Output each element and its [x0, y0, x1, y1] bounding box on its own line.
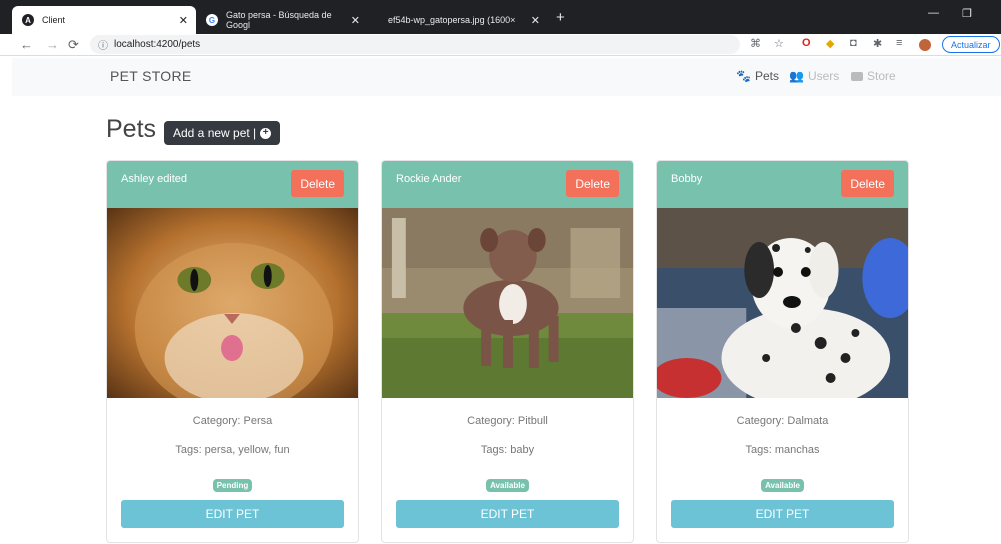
pet-tags: Tags: baby: [480, 444, 535, 456]
opera-icon[interactable]: O: [802, 37, 811, 49]
page-title: Pets: [106, 115, 157, 143]
add-pet-button[interactable]: Add a new pet | +: [164, 121, 281, 145]
pet-image-dalmatian-puppy: [657, 208, 908, 398]
nav-link-users[interactable]: 👥 Users: [789, 69, 839, 83]
address-toolbar: ← → ⟳ ⓘ localhost:4200/pets ⌘ ☆ O ◆ ◘ ✱ …: [0, 34, 1001, 56]
nav-link-store[interactable]: Store: [851, 69, 896, 83]
browser-tab-client[interactable]: A Client ✕: [12, 6, 196, 34]
store-icon: [851, 71, 863, 81]
url-text: localhost:4200/pets: [114, 39, 201, 50]
edit-pet-button[interactable]: EDIT PET: [671, 500, 894, 528]
delete-label: Delete: [850, 176, 885, 191]
tab-title: ef54b-wp_gatopersa.jpg (1600×: [388, 15, 516, 25]
new-tab-icon[interactable]: +: [556, 9, 565, 26]
pet-card: Bobby Delete Category: Dalmata Tags: man…: [656, 160, 909, 543]
edit-pet-button[interactable]: EDIT PET: [121, 500, 344, 528]
status-badge: Available: [761, 479, 804, 492]
pet-card: Rockie Ander Delete Category: Pitbull Ta…: [381, 160, 634, 543]
card-header: Bobby Delete: [657, 161, 908, 208]
nav-link-label: Store: [867, 69, 896, 83]
pet-name: Bobby: [671, 173, 703, 185]
close-icon[interactable]: ✕: [531, 14, 540, 27]
users-icon: 👥: [789, 69, 804, 83]
reload-icon[interactable]: ⟳: [68, 37, 79, 53]
status-badge: Pending: [212, 479, 253, 492]
edit-label: EDIT PET: [480, 507, 535, 521]
update-button[interactable]: Actualizar: [942, 36, 1000, 53]
pet-name: Ashley edited: [121, 173, 188, 185]
card-header: Ashley edited Delete: [107, 161, 358, 208]
browser-tab-image[interactable]: ef54b-wp_gatopersa.jpg (1600× ✕: [378, 6, 548, 34]
card-body: Category: Pitbull Tags: baby Available E…: [382, 398, 633, 542]
nav-link-label: Users: [807, 69, 840, 83]
pet-name: Rockie Ander: [396, 173, 462, 185]
tab-title: Gato persa - Búsqueda de Googl: [226, 10, 332, 30]
nav-link-label: Pets: [754, 69, 779, 83]
nav-link-pets[interactable]: 🐾 Pets: [736, 69, 779, 83]
reading-list-icon[interactable]: ≡: [896, 37, 902, 49]
edit-pet-button[interactable]: EDIT PET: [396, 500, 619, 528]
url-bar[interactable]: ⓘ localhost:4200/pets: [90, 35, 740, 54]
translate-icon[interactable]: ⌘: [750, 37, 761, 50]
puzzle-icon[interactable]: ✱: [873, 37, 882, 50]
pet-tags: Tags: manchas: [745, 444, 820, 456]
plus-circle-icon: +: [260, 127, 272, 139]
card-body: Category: Dalmata Tags: manchas Availabl…: [657, 398, 908, 542]
avatar[interactable]: [919, 39, 931, 51]
extension-icon[interactable]: ◆: [826, 37, 834, 50]
close-icon[interactable]: ✕: [351, 14, 360, 27]
delete-label: Delete: [575, 176, 610, 191]
card-header: Rockie Ander Delete: [382, 161, 633, 208]
pet-image-persian-cat: [107, 208, 358, 398]
delete-button[interactable]: Delete: [566, 170, 619, 197]
edit-label: EDIT PET: [205, 507, 260, 521]
minimize-icon[interactable]: —: [928, 7, 939, 19]
pet-category: Category: Persa: [192, 415, 273, 427]
delete-label: Delete: [300, 176, 335, 191]
delete-button[interactable]: Delete: [841, 170, 894, 197]
pet-category: Category: Dalmata: [736, 415, 829, 427]
close-icon[interactable]: ✕: [179, 14, 188, 27]
restore-icon[interactable]: ❐: [962, 7, 972, 20]
pet-tags: Tags: persa, yellow, fun: [175, 444, 290, 456]
back-icon[interactable]: ←: [20, 37, 33, 52]
edit-label: EDIT PET: [755, 507, 810, 521]
tab-title: Client: [42, 15, 66, 25]
add-pet-label: Add a new pet |: [173, 126, 257, 140]
status-badge: Available: [486, 479, 529, 492]
delete-button[interactable]: Delete: [291, 170, 344, 197]
app-navbar: PET STORE 🐾 Pets 👥 Users Store: [12, 58, 1001, 96]
forward-icon[interactable]: →: [46, 37, 59, 52]
pet-category: Category: Pitbull: [467, 415, 548, 427]
update-label: Actualizar: [951, 39, 991, 50]
brand-logo[interactable]: PET STORE: [110, 68, 192, 84]
pet-image-pitbull-puppy: [382, 208, 633, 398]
info-icon[interactable]: ⓘ: [98, 37, 108, 52]
camera-icon[interactable]: ◘: [850, 37, 857, 49]
google-icon: G: [206, 14, 218, 26]
paw-icon: 🐾: [736, 69, 751, 83]
card-body: Category: Persa Tags: persa, yellow, fun…: [107, 398, 358, 542]
angular-icon: A: [22, 14, 34, 26]
pet-card: Ashley edited Delete Category: Persa Tag…: [106, 160, 359, 543]
browser-tab-google[interactable]: G Gato persa - Búsqueda de Googl ✕: [196, 6, 368, 34]
browser-tabbar: A Client ✕ G Gato persa - Búsqueda de Go…: [0, 0, 1001, 34]
bookmark-star-icon[interactable]: ☆: [774, 37, 784, 50]
